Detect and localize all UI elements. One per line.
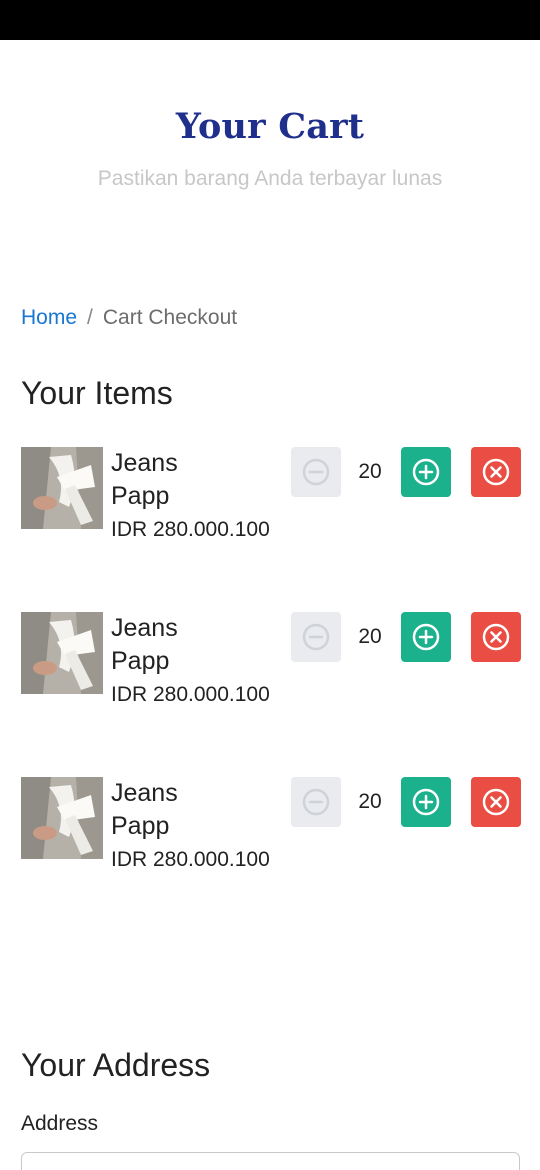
remove-item-button[interactable] [471,777,521,827]
item-price: IDR 280.000.100 [111,518,270,541]
minus-circle-icon [302,458,330,486]
plus-circle-icon [412,458,440,486]
your-items-heading: Your Items [21,375,173,411]
address-input[interactable] [21,1152,520,1170]
address-label: Address [21,1112,99,1135]
product-thumbnail[interactable] [21,612,103,694]
close-circle-icon [482,458,510,486]
cart-item: Jeans Papp IDR 280.000.100 20 [21,612,521,752]
quantity-value: 20 [358,790,382,813]
your-address-heading: Your Address [21,1047,211,1083]
breadcrumb-home-link[interactable]: Home [21,306,77,330]
plus-circle-icon [412,788,440,816]
item-info: Jeans Papp IDR 280.000.100 [111,777,271,876]
item-name[interactable]: Jeans Papp [111,447,231,513]
item-info: Jeans Papp IDR 280.000.100 [111,612,271,711]
close-circle-icon [482,623,510,651]
breadcrumb-current: Cart Checkout [102,306,238,329]
page-title: Your Cart [175,106,365,147]
cart-item: Jeans Papp IDR 280.000.100 20 [21,447,521,587]
item-name[interactable]: Jeans Papp [111,777,231,843]
decrease-quantity-button[interactable] [291,612,341,662]
item-price: IDR 280.000.100 [111,848,270,871]
status-bar [0,0,540,40]
page-subtitle: Pastikan barang Anda terbayar lunas [97,167,443,190]
quantity-value: 20 [358,625,382,648]
product-thumbnail[interactable] [21,777,103,859]
plus-circle-icon [412,623,440,651]
quantity-value: 20 [358,460,382,483]
item-price: IDR 280.000.100 [111,683,270,706]
breadcrumb-separator: / [87,306,93,329]
breadcrumb: Home / Cart Checkout [21,306,237,330]
increase-quantity-button[interactable] [401,612,451,662]
remove-item-button[interactable] [471,447,521,497]
item-info: Jeans Papp IDR 280.000.100 [111,447,271,546]
remove-item-button[interactable] [471,612,521,662]
decrease-quantity-button[interactable] [291,447,341,497]
item-name[interactable]: Jeans Papp [111,612,231,678]
increase-quantity-button[interactable] [401,777,451,827]
increase-quantity-button[interactable] [401,447,451,497]
close-circle-icon [482,788,510,816]
minus-circle-icon [302,623,330,651]
decrease-quantity-button[interactable] [291,777,341,827]
cart-item: Jeans Papp IDR 280.000.100 20 [21,777,521,917]
minus-circle-icon [302,788,330,816]
product-thumbnail[interactable] [21,447,103,529]
